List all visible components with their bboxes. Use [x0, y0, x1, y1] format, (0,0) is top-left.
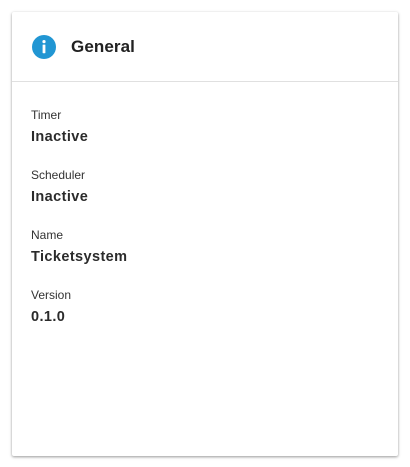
scheduler-label: Scheduler	[31, 168, 86, 182]
timer-label: Timer	[31, 108, 62, 122]
info-icon	[32, 34, 56, 59]
timer-value: Inactive	[31, 129, 89, 145]
field-name: Name Ticketsystem	[31, 228, 398, 288]
version-label: Version	[31, 288, 72, 302]
field-version: Version 0.1.0	[31, 288, 398, 348]
scheduler-value: Inactive	[31, 189, 89, 205]
field-timer: Timer Inactive	[31, 108, 398, 168]
name-value: Ticketsystem	[31, 249, 128, 265]
card-body: Timer Inactive Scheduler Inactive Name T…	[12, 82, 398, 348]
version-value: 0.1.0	[31, 309, 66, 325]
name-label: Name	[31, 228, 64, 242]
field-scheduler: Scheduler Inactive	[31, 168, 398, 228]
card-title: General	[71, 36, 136, 56]
general-card: General Timer Inactive Scheduler Inactiv…	[12, 12, 398, 456]
card-header: General	[12, 12, 398, 82]
